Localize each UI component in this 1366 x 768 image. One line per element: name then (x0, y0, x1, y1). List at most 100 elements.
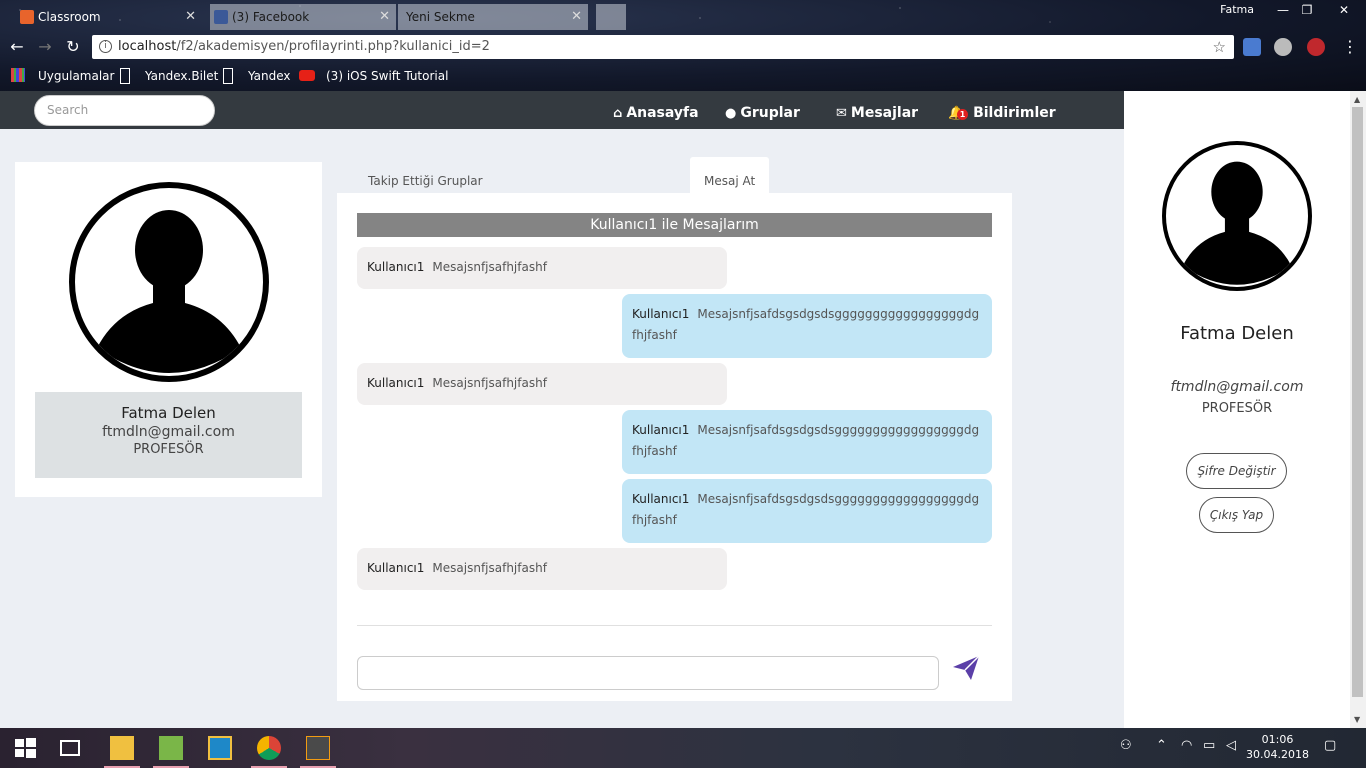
bookmark-yandex[interactable]: Yandex (248, 68, 291, 84)
home-icon: ⌂ (613, 106, 623, 121)
right-sidebar: Fatma Delen ftmdln@gmail.com PROFESÖR Şi… (1124, 91, 1350, 728)
message-sender: Kullanıcı1 (632, 492, 690, 506)
windows-start-icon[interactable] (13, 736, 37, 760)
message-incoming: Kullanıcı1 Mesajsnfjsafhjfashf (357, 548, 727, 590)
profile-name: Fatma Delen (121, 404, 216, 422)
message-incoming: Kullanıcı1 Mesajsnfjsafhjfashf (357, 247, 727, 289)
bookmarks-bar: Uygulamalar Yandex.Bilet Yandex (3) iOS … (0, 64, 1366, 88)
task-view-icon[interactable] (60, 740, 80, 756)
nav-notifications[interactable]: 🔔 1 Bildirimler (948, 103, 1056, 123)
close-icon[interactable]: ✕ (379, 4, 390, 30)
menu-icon[interactable]: ⋮ (1340, 37, 1360, 57)
user-silhouette-icon (97, 210, 241, 373)
profile-email: ftmdln@gmail.com (102, 424, 235, 440)
message-sender: Kullanıcı1 (632, 307, 690, 321)
message-sender: Kullanıcı1 (367, 561, 425, 575)
volume-icon[interactable]: ◁ (1226, 738, 1236, 753)
message-sender: Kullanıcı1 (367, 260, 425, 274)
tab-facebook[interactable]: (3) Facebook ✕ (210, 4, 396, 30)
scroll-up-icon[interactable]: ▲ (1354, 95, 1360, 104)
restore-icon[interactable]: ❐ (1294, 0, 1320, 20)
message-panel: Kullanıcı1 ile Mesajlarım Kullanıcı1 Mesa… (337, 193, 1012, 701)
bookmark-yandex-bilet[interactable]: Yandex.Bilet (145, 68, 218, 84)
minimize-icon[interactable]: — (1270, 0, 1296, 20)
tab-followed-groups[interactable]: Takip Ettiği Gruplar (368, 157, 483, 193)
tab-send-message[interactable]: Mesaj At (690, 157, 770, 193)
chat-header: Kullanıcı1 ile Mesajlarım (357, 213, 992, 237)
notification-center-icon[interactable]: ▢ (1324, 738, 1336, 753)
clock-time: 01:06 (1261, 733, 1294, 746)
close-icon[interactable]: ✕ (185, 4, 196, 30)
message-section: Takip Ettiği Gruplar Mesaj At Kullanıcı1… (337, 157, 1012, 701)
sidebar-email: ftmdln@gmail.com (1170, 379, 1304, 395)
reload-icon[interactable]: ↻ (63, 37, 83, 57)
apps-icon[interactable] (11, 68, 25, 82)
message-sender: Kullanıcı1 (367, 376, 425, 390)
send-icon[interactable] (951, 653, 981, 683)
message-outgoing: Kullanıcı1 Mesajsnfjsafdsgsdgsdsggggggggg… (622, 479, 992, 543)
translate-icon[interactable] (1243, 38, 1261, 56)
scrollbar[interactable]: ▲ ▼ (1350, 91, 1366, 728)
nav-label: Mesajlar (850, 105, 919, 121)
star-icon[interactable]: ☆ (1213, 35, 1226, 59)
wifi-icon[interactable]: ◠ (1181, 738, 1192, 753)
nav-home[interactable]: ⌂ Anasayfa (613, 103, 699, 123)
page-icon (120, 68, 130, 84)
notification-badge: 1 (957, 109, 968, 120)
sublime-icon[interactable] (306, 736, 330, 760)
envelope-icon: ✉ (836, 106, 847, 121)
message-incoming: Kullanıcı1 Mesajsnfjsafhjfashf (357, 363, 727, 405)
tab-classroom[interactable]: Classroom ✕ (16, 4, 202, 30)
sidebar-role: PROFESÖR (1201, 401, 1273, 416)
forward-icon[interactable]: → (35, 37, 55, 57)
navbar: Search ⌂Anasayfa ●Gruplar ✉Mesajlar 🔔 1 … (0, 91, 1124, 129)
browser-user[interactable]: Fatma (1220, 3, 1254, 16)
chevron-up-icon[interactable]: ⌃ (1156, 738, 1167, 753)
bookmark-apps[interactable]: Uygulamalar (38, 68, 114, 84)
notepad-plus-icon[interactable] (159, 736, 183, 760)
search-input[interactable]: Search (34, 95, 215, 126)
back-icon[interactable]: ← (7, 37, 27, 57)
scroll-down-icon[interactable]: ▼ (1354, 715, 1360, 724)
people-icon[interactable]: ⚇ (1120, 738, 1132, 753)
tab-new[interactable]: Yeni Sekme ✕ (398, 4, 588, 30)
file-explorer-icon[interactable] (110, 736, 134, 760)
bookmark-ios-swift[interactable]: (3) iOS Swift Tutorial (326, 68, 448, 84)
users-icon: ● (725, 106, 737, 121)
nav-groups[interactable]: ● Gruplar (725, 103, 800, 123)
chrome-icon[interactable] (257, 736, 281, 760)
info-icon[interactable]: i (99, 40, 112, 53)
clock-date: 30.04.2018 (1246, 748, 1309, 761)
page-icon (223, 68, 233, 84)
avatar (69, 182, 269, 382)
scroll-thumb[interactable] (1352, 107, 1363, 697)
new-tab-button[interactable] (596, 4, 626, 30)
profile-role: PROFESÖR (133, 442, 204, 457)
nav-messages[interactable]: ✉ Mesajlar (836, 103, 918, 123)
sidebar-avatar (1162, 141, 1312, 291)
message-text: Mesajsnfjsafhjfashf (432, 376, 547, 390)
message-text: Mesajsnfjsafhjfashf (432, 260, 547, 274)
app-icon[interactable] (208, 736, 232, 760)
message-outgoing: Kullanıcı1 Mesajsnfjsafdsgsdgsdsggggggggg… (622, 410, 992, 474)
tab-title: Yeni Sekme (406, 10, 475, 24)
url-bar[interactable]: i localhost/f2/akademisyen/profilayrinti… (92, 35, 1234, 59)
profile-info: Fatma Delen ftmdln@gmail.com PROFESÖR (35, 392, 302, 478)
xampp-icon (20, 10, 34, 24)
clock[interactable]: 01:06 30.04.2018 (1246, 732, 1309, 762)
divider (357, 625, 992, 626)
close-window-icon[interactable]: ✕ (1322, 0, 1366, 20)
message-outgoing: Kullanıcı1 Mesajsnfjsafdsgsdgsdsggggggggg… (622, 294, 992, 358)
close-icon[interactable]: ✕ (571, 4, 582, 30)
extension-icon[interactable] (1274, 38, 1292, 56)
nav-label: Gruplar (740, 105, 800, 121)
change-password-button[interactable]: Şifre Değiştir (1186, 453, 1287, 489)
adblock-icon[interactable] (1307, 38, 1325, 56)
tab-strip: Classroom ✕ (3) Facebook ✕ Yeni Sekme ✕ (0, 2, 1366, 30)
battery-icon[interactable]: ▭ (1203, 738, 1215, 753)
message-input[interactable] (357, 656, 939, 690)
browser-chrome: Classroom ✕ (3) Facebook ✕ Yeni Sekme ✕ … (0, 0, 1366, 91)
tab-title: Classroom (38, 10, 101, 24)
url-host: localhost (118, 39, 177, 54)
logout-button[interactable]: Çıkış Yap (1199, 497, 1274, 533)
